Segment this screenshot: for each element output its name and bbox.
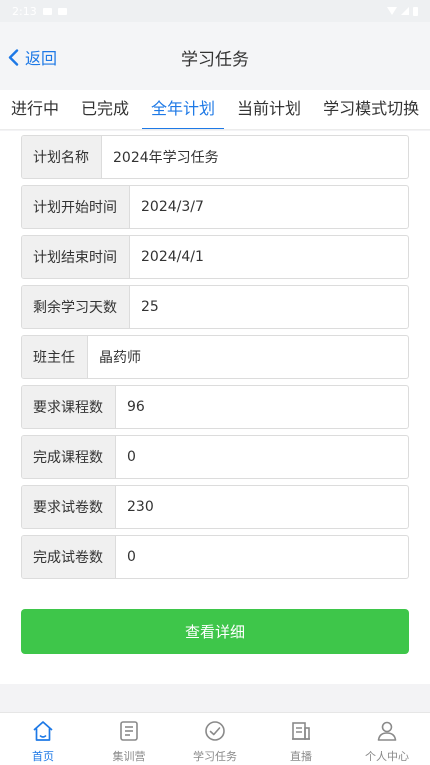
home-icon [31,718,55,744]
list-icon [117,718,141,744]
battery-icon [413,6,418,16]
view-details-button[interactable]: 查看详细 [21,609,409,654]
wifi-icon [387,7,397,15]
tab-bar: 进行中 已完成 全年计划 当前计划 学习模式切换 [0,90,430,130]
tab-current-plan[interactable]: 当前计划 [226,90,312,129]
field-label: 要求试卷数 [22,486,116,528]
field-value: 2024/3/7 [141,199,204,215]
notification-icon [57,7,67,15]
live-icon [289,718,313,744]
nav-label: 集训营 [112,750,146,763]
field-label: 完成试卷数 [22,536,116,578]
top-bar: 返回 学习任务 [0,22,430,90]
field-value: 2024年学习任务 [113,150,219,166]
remaining-days-row: 剩余学习天数 25 [21,285,409,329]
tab-completed[interactable]: 已完成 [70,90,140,129]
nav-training-camp[interactable]: 集训营 [86,713,172,765]
field-value: 2024/4/1 [141,249,204,265]
required-papers-row: 要求试卷数 230 [21,485,409,529]
required-courses-row: 要求课程数 96 [21,385,409,429]
field-value: 230 [127,499,154,515]
completed-courses-row: 完成课程数 0 [21,435,409,479]
field-value: 晶药师 [99,350,141,366]
nav-study-tasks[interactable]: 学习任务 [172,713,258,765]
nav-profile[interactable]: 个人中心 [344,713,430,765]
check-circle-icon [203,718,227,744]
notification-icon [42,7,52,15]
plan-name-row: 计划名称 2024年学习任务 [21,135,409,179]
field-value: 0 [127,549,136,565]
field-label: 班主任 [22,336,88,378]
field-label: 计划开始时间 [22,186,130,228]
tab-switch-study-mode[interactable]: 学习模式切换 [312,90,430,129]
field-label: 完成课程数 [22,436,116,478]
field-label: 剩余学习天数 [22,286,130,328]
nav-label: 学习任务 [193,750,237,763]
signal-icon [401,7,409,15]
field-value: 25 [141,299,159,315]
plan-start-row: 计划开始时间 2024/3/7 [21,185,409,229]
status-left: 2:13 [12,5,67,18]
nav-label: 首页 [32,750,54,763]
page-title: 学习任务 [181,50,249,70]
tab-in-progress[interactable]: 进行中 [0,90,70,129]
nav-label: 直播 [290,750,312,763]
nav-label: 个人中心 [365,750,409,763]
field-label: 计划名称 [22,136,102,178]
field-label: 计划结束时间 [22,236,130,278]
plan-end-row: 计划结束时间 2024/4/1 [21,235,409,279]
nav-home[interactable]: 首页 [0,713,86,765]
plan-panel: 查看详细 计划名称 2024年学习任务计划开始时间 2024/3/7 计划结束时间 20… [0,131,430,684]
status-time: 2:13 [12,4,37,18]
field-value: 0 [127,449,136,465]
status-right [387,6,418,16]
bottom-nav: 首页 集训营 学习任务 直播 个人中心 [0,712,430,765]
tab-annual-plan[interactable]: 全年计划 [140,90,226,129]
nav-live[interactable]: 直播 [258,713,344,765]
user-icon [375,718,399,744]
field-value: 96 [127,399,145,415]
status-bar: 2:13 [0,0,430,22]
head-teacher-row: 班主任 晶药师 [21,335,409,379]
field-label: 要求课程数 [22,386,116,428]
completed-papers-row: 完成试卷数 0 [21,535,409,579]
